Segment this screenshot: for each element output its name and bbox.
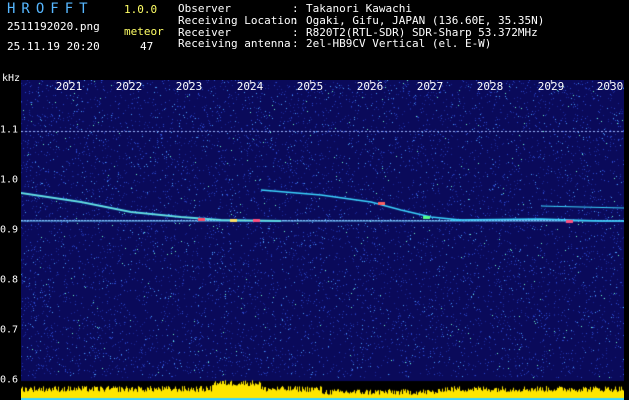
app-title: HROFFT xyxy=(7,1,94,17)
file-name: 2511192020.png xyxy=(7,20,100,33)
unit-label: kHz xyxy=(2,73,21,84)
year-label: 2030 xyxy=(596,80,624,93)
year-label: 2029 xyxy=(537,80,565,93)
info-block: Observer: Takanori Kawachi Receiving Loca… xyxy=(178,3,544,50)
year-label: 2024 xyxy=(236,80,264,93)
app-version: 1.0.0 xyxy=(124,3,158,16)
spectrogram-plot xyxy=(21,80,624,400)
info-colon: : xyxy=(292,37,299,51)
info-row-antenna: Receiving antenna: 2el-HB9CV Vertical (el… xyxy=(178,38,544,50)
frequency-label: 0.8 xyxy=(0,274,19,286)
meteor-label: meteor xyxy=(124,25,164,38)
frequency-label: 0.7 xyxy=(0,324,19,336)
year-label: 2028 xyxy=(476,80,504,93)
frequency-label: 1.0 xyxy=(0,174,19,186)
info-value: 2el-HB9CV Vertical (el. E-W) xyxy=(306,37,492,51)
frequency-label: 1.1 xyxy=(0,124,19,136)
info-colon: : xyxy=(292,13,299,27)
meteor-count: 47 xyxy=(140,40,154,53)
year-label: 2027 xyxy=(416,80,444,93)
frequency-label: 0.9 xyxy=(0,224,19,236)
info-label: Receiving Location xyxy=(178,13,298,27)
spectrogram-canvas xyxy=(21,80,624,400)
year-label: 2026 xyxy=(356,80,384,93)
datetime: 25.11.19 20:20 xyxy=(7,40,100,53)
info-label: Receiving antenna xyxy=(178,37,291,51)
year-label: 2021 xyxy=(55,80,83,93)
header: HROFFT 1.0.0 2511192020.png 25.11.19 20:… xyxy=(0,0,629,74)
year-label: 2022 xyxy=(115,80,143,93)
year-label: 2023 xyxy=(175,80,203,93)
frequency-label: 0.6 xyxy=(0,374,19,386)
year-label: 2025 xyxy=(296,80,324,93)
